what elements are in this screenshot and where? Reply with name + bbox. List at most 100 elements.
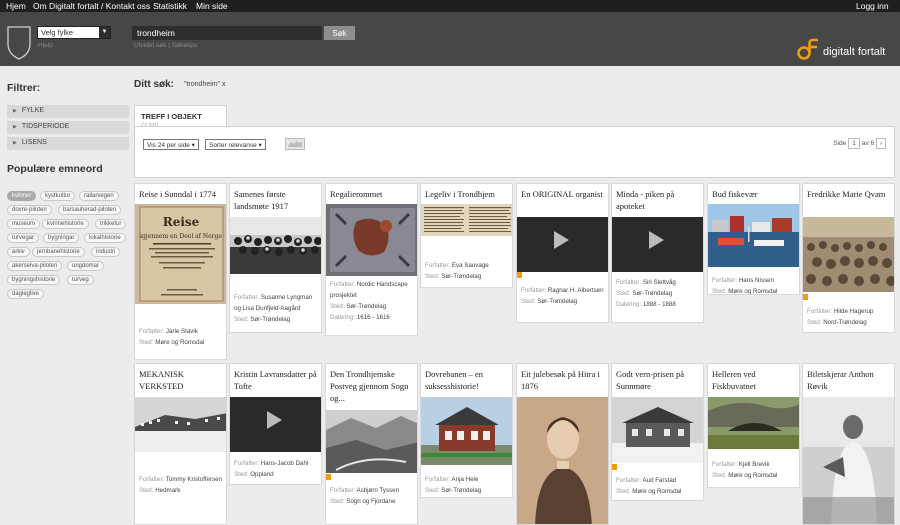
card-author[interactable]: Eva Sauvage xyxy=(452,262,489,269)
result-card[interactable]: MEKANISK VERKSTED Forfatter: Tommy Krist… xyxy=(134,363,227,525)
filter-period[interactable]: ▶ TIDSPERIODE xyxy=(7,121,129,134)
card-author[interactable]: Hans Nissen xyxy=(739,277,774,284)
card-place[interactable]: Sør-Trøndelag xyxy=(537,298,577,305)
tag[interactable]: lokalhistorie xyxy=(84,233,126,243)
card-video-thumbnail[interactable] xyxy=(612,217,703,272)
card-thumbnail[interactable] xyxy=(326,410,417,473)
card-place[interactable]: Møre og Romsdal xyxy=(728,288,777,294)
card-thumbnail[interactable] xyxy=(803,397,894,524)
filter-county[interactable]: ▶ FYLKE xyxy=(7,105,129,118)
card-author[interactable]: Siri Slettvåg xyxy=(643,279,676,286)
card-thumbnail[interactable] xyxy=(517,397,608,524)
card-place[interactable]: Nord-Trøndelag xyxy=(823,319,866,326)
result-card[interactable]: Regalierommet Forfatter: Nordic Handscap… xyxy=(325,183,418,336)
search-term-chip[interactable]: "trondheim" x xyxy=(184,81,226,88)
card-title[interactable]: Minda - piken på apoteket xyxy=(616,188,702,212)
tag[interactable]: bygningshistorie xyxy=(7,275,61,285)
tag[interactable]: kystkultur xyxy=(40,191,76,201)
tag[interactable]: trikketur xyxy=(95,219,127,229)
card-author[interactable]: Asbjørn Tyssen xyxy=(357,487,400,494)
card-thumbnail[interactable] xyxy=(230,217,321,274)
county-select[interactable]: Velg fylke ▼ xyxy=(37,26,111,39)
result-card[interactable]: Godt vern-prisen på Sunnmøre Forfatter: … xyxy=(611,363,704,501)
result-card[interactable]: En ORIGINAL organist Forfatter: Ragnar H… xyxy=(516,183,609,323)
card-title[interactable]: Regalierommet xyxy=(330,188,416,200)
card-title[interactable]: Bud fiskevær xyxy=(712,188,798,200)
result-card[interactable]: Helleren ved Fiskbuvatnet Forfatter: Kje… xyxy=(707,363,800,488)
card-place[interactable]: Sør-Trøndelag xyxy=(346,303,386,310)
card-author[interactable]: Hans-Jacob Dahl xyxy=(261,460,308,467)
tag[interactable]: museum xyxy=(7,219,41,229)
card-author[interactable]: Anja Heie xyxy=(452,476,479,483)
card-video-thumbnail[interactable] xyxy=(517,217,608,272)
nav-about-link[interactable]: Om Digitalt fortalt / Kontakt oss xyxy=(33,1,150,11)
card-thumbnail[interactable] xyxy=(421,204,512,236)
nav-home-link[interactable]: Hjem xyxy=(6,1,26,11)
per-page-select[interactable]: Vis 24 per side ▾ xyxy=(143,139,199,150)
card-title[interactable]: Reise i Sunndal i 1774 xyxy=(139,188,225,200)
card-author[interactable]: Jarle Stavik xyxy=(166,328,198,335)
tag[interactable]: turveg xyxy=(67,275,94,285)
card-thumbnail[interactable]: Reise igjennem en Deel af Norge xyxy=(135,204,226,304)
result-card[interactable]: Biletskjerar Anthon Røvik xyxy=(802,363,895,525)
tag[interactable]: kvinner xyxy=(7,191,37,201)
help-link[interactable]: Hjelp xyxy=(38,42,53,49)
card-video-thumbnail[interactable] xyxy=(230,397,321,452)
card-title[interactable]: Godt vern-prisen på Sunnmøre xyxy=(616,368,702,392)
card-author[interactable]: Hilde Hagerup xyxy=(834,308,874,315)
card-place[interactable]: Sør-Trøndelag xyxy=(250,316,290,323)
tag[interactable]: industri xyxy=(91,247,121,257)
result-card[interactable]: Minda - piken på apoteket Forfatter: Sir… xyxy=(611,183,704,323)
search-input[interactable] xyxy=(132,26,322,40)
card-place[interactable]: Hedmark xyxy=(155,487,180,494)
result-card[interactable]: Fredrikke Marie Qvam Forfatter: Hilde Ha… xyxy=(802,183,895,333)
card-title[interactable]: Helleren ved Fiskbuvatnet xyxy=(712,368,798,392)
card-thumbnail[interactable] xyxy=(612,397,703,463)
card-title[interactable]: Legeliv i Trondhjem xyxy=(425,188,511,200)
card-title[interactable]: Samenes første landsmøte 1917 xyxy=(234,188,320,212)
tag[interactable]: ungdomar xyxy=(67,261,105,271)
card-thumbnail[interactable] xyxy=(326,204,417,276)
card-title[interactable]: Den Trondhjemske Postveg gjennom Sogn og… xyxy=(330,368,416,404)
page-input[interactable]: 1 xyxy=(848,138,861,149)
card-place[interactable]: Møre og Romsdal xyxy=(632,488,681,495)
result-card[interactable]: Eit julebesøk på Hitra i 1876 xyxy=(516,363,609,525)
nav-stats-link[interactable]: Statistikk xyxy=(153,1,187,11)
tag[interactable]: dovre-piloten xyxy=(7,205,52,215)
tag[interactable]: dagleglive xyxy=(7,289,45,299)
card-author[interactable]: Tommy Kristoffersen xyxy=(166,476,222,483)
card-thumbnail[interactable] xyxy=(135,397,226,452)
map-view-button[interactable] xyxy=(285,138,305,150)
result-card[interactable]: Bud fiskevær Forfatter: Hans Nissen Sted… xyxy=(707,183,800,295)
tag[interactable]: arkiv xyxy=(7,247,30,257)
card-title[interactable]: Dovrebanen – en suksesshistorie! xyxy=(425,368,511,392)
result-card[interactable]: Dovrebanen – en suksesshistorie! Forfatt… xyxy=(420,363,513,498)
tag[interactable]: rallarvegen xyxy=(79,191,119,201)
search-button[interactable]: Søk xyxy=(324,26,355,40)
result-card[interactable]: Den Trondhjemske Postveg gjennom Sogn og… xyxy=(325,363,418,525)
login-link[interactable]: Logg inn xyxy=(856,1,889,11)
card-thumbnail[interactable] xyxy=(708,204,799,267)
tag[interactable]: ba/sauherad-piloten xyxy=(58,205,122,215)
card-place[interactable]: Oppland xyxy=(250,471,273,478)
card-title[interactable]: Kristin Lavransdatter på Tofte xyxy=(234,368,320,392)
tag[interactable]: kvinnehistorie xyxy=(42,219,89,229)
tag[interactable]: akerselva-piloten xyxy=(7,261,63,271)
result-card[interactable]: Reise i Sunndal i 1774 Reise igjennem en… xyxy=(134,183,227,360)
tag[interactable]: bygningar xyxy=(43,233,80,243)
sort-select[interactable]: Sorter relevanse ▾ xyxy=(205,139,266,150)
card-place[interactable]: Sør-Trøndelag xyxy=(441,273,481,280)
card-title[interactable]: Eit julebesøk på Hitra i 1876 xyxy=(521,368,607,392)
result-card[interactable]: Legeliv i Trondhjem Forfatter: Eva Sauva… xyxy=(420,183,513,288)
next-page-button[interactable]: › xyxy=(876,138,886,149)
tag[interactable]: jernbanehistorie xyxy=(32,247,85,257)
card-author[interactable]: Aud Farstad xyxy=(643,477,677,484)
card-thumbnail[interactable] xyxy=(421,397,512,465)
card-author[interactable]: Kjell Brevik xyxy=(739,461,770,468)
tab-object-hits[interactable]: TREFF I OBJEKT (135) xyxy=(134,105,227,130)
tag[interactable]: turvegar xyxy=(7,233,40,243)
card-title[interactable]: En ORIGINAL organist xyxy=(521,188,607,200)
card-title[interactable]: Biletskjerar Anthon Røvik xyxy=(807,368,893,392)
result-card[interactable]: Kristin Lavransdatter på Tofte Forfatter… xyxy=(229,363,322,485)
card-author[interactable]: Ragnar H. Albertsen xyxy=(548,287,604,294)
